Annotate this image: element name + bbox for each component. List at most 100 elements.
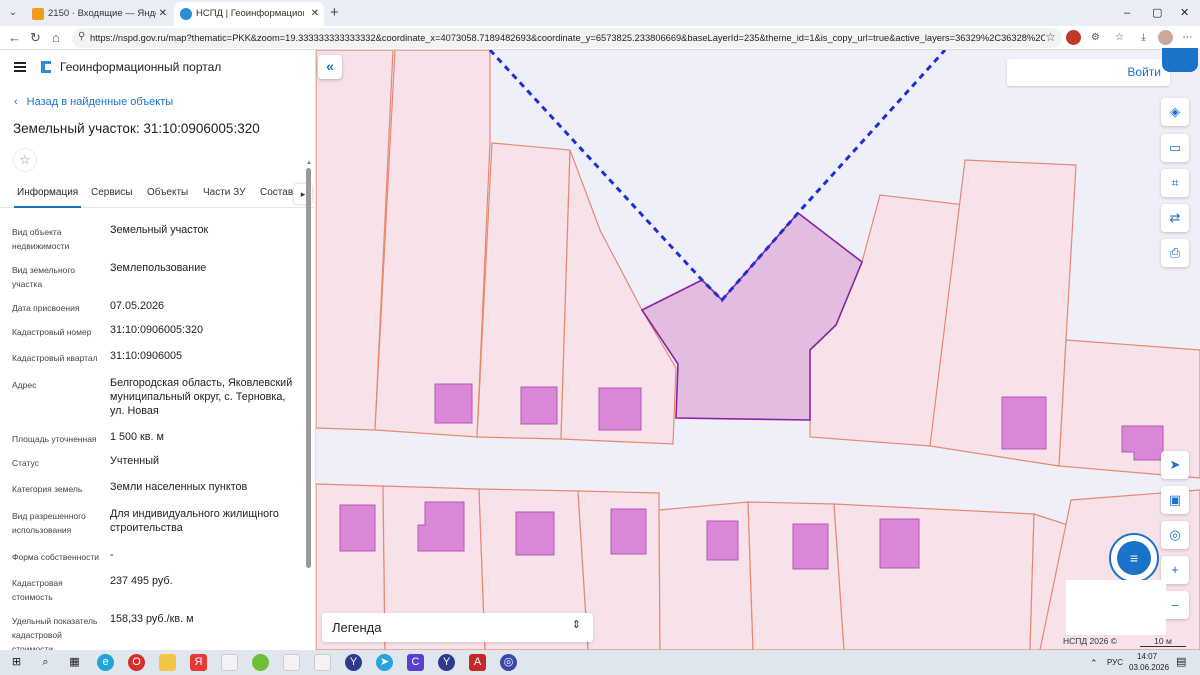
url-text: https://nspd.gov.ru/map?thematic=PKK&zoo…	[90, 33, 1045, 43]
task-view-icon[interactable]: ▦	[66, 654, 83, 671]
clock-date[interactable]: 03.06.2026	[1129, 663, 1169, 672]
downloads-icon[interactable]: ⤓	[1136, 30, 1151, 45]
tray-expand-icon[interactable]: ⌃	[1090, 658, 1098, 669]
yandex-icon[interactable]: Я	[190, 654, 207, 671]
document-icon[interactable]	[221, 654, 238, 671]
legend-panel[interactable]: Легенда ⇕	[322, 613, 593, 642]
info-label: Вид разрешенного использования	[12, 511, 86, 535]
favorite-star-icon[interactable]: ☆	[13, 148, 37, 172]
pdf-reader-icon[interactable]: A	[469, 654, 486, 671]
minimize-button[interactable]: –	[1124, 4, 1130, 22]
search-location-icon[interactable]: ◎	[1161, 521, 1189, 549]
panel-scrollbar[interactable]	[306, 168, 311, 568]
notifications-icon[interactable]: ▤	[1176, 655, 1186, 668]
reload-icon[interactable]: ↻	[30, 29, 41, 47]
back-to-results-link[interactable]: ‹ Назад в найденные объекты	[14, 96, 173, 108]
building[interactable]	[417, 501, 465, 552]
building[interactable]	[706, 520, 739, 561]
tab-objects[interactable]: Объекты	[147, 187, 188, 198]
mail-favicon-icon	[32, 8, 44, 20]
close-tab-icon[interactable]: ✕	[311, 2, 319, 26]
info-label: Дата присвоения	[12, 303, 80, 313]
parcel[interactable]	[833, 503, 1035, 650]
building[interactable]	[792, 523, 829, 570]
back-link-label: Назад в найденные объекты	[26, 96, 174, 108]
info-label: Площадь уточненная	[12, 434, 97, 444]
info-label: Кадастровая стоимость	[12, 578, 63, 602]
app-c-icon[interactable]: C	[407, 654, 424, 671]
browser-menu-icon[interactable]: ⋯	[1180, 30, 1195, 45]
select-area-icon[interactable]: ⌗	[1161, 169, 1189, 197]
layers-icon[interactable]: ◈	[1161, 98, 1189, 126]
info-label: Категория земель	[12, 484, 83, 494]
scroll-up-icon[interactable]: ▲	[306, 160, 312, 166]
extensions-puzzle-icon[interactable]: ⚙	[1088, 30, 1103, 45]
locate-icon[interactable]: ➤	[1161, 451, 1189, 479]
url-field[interactable]: ⚲ https://nspd.gov.ru/map?thematic=PKK&z…	[72, 28, 1062, 48]
basemap-icon[interactable]: ▣	[1161, 486, 1189, 514]
ruler-icon[interactable]: ▭	[1161, 134, 1189, 162]
maximize-button[interactable]: ▢	[1152, 4, 1162, 22]
close-tab-icon[interactable]: ✕	[159, 2, 167, 26]
chat-button[interactable]: ≡	[1109, 533, 1159, 583]
share-icon[interactable]: ⇄	[1161, 204, 1189, 232]
search-icon[interactable]: ⌕	[37, 654, 54, 671]
building[interactable]	[515, 511, 555, 556]
info-label: Вид объекта недвижимости	[12, 227, 70, 251]
new-tab-button[interactable]: +	[330, 4, 339, 22]
tab-information[interactable]: Информация	[13, 187, 82, 208]
document-icon[interactable]	[314, 654, 331, 671]
tab-list-icon[interactable]: ⌄	[4, 5, 22, 21]
browser-tab-nspd[interactable]: НСПД | Геоинформационный пор ✕	[174, 2, 324, 26]
info-label: Адрес	[12, 380, 37, 390]
building[interactable]	[520, 386, 558, 425]
info-value: Белгородская область, Яковлевский муници…	[110, 377, 293, 417]
building[interactable]	[598, 387, 642, 431]
opera-icon[interactable]: O	[128, 654, 145, 671]
home-icon[interactable]: ⌂	[52, 29, 60, 47]
info-label: Форма собственности	[12, 552, 99, 562]
yandex-browser-icon[interactable]: Y	[438, 654, 455, 671]
tab-composition[interactable]: Состав	[260, 187, 293, 198]
yandex-browser-icon[interactable]: Y	[345, 654, 362, 671]
parcel[interactable]	[658, 501, 754, 650]
back-arrow-icon[interactable]: ←	[8, 29, 21, 47]
info-value: 31:10:0906005:320	[110, 324, 204, 336]
login-button[interactable]: Войти	[1127, 65, 1161, 79]
menu-icon[interactable]	[14, 62, 26, 72]
profile-avatar[interactable]	[1158, 30, 1173, 45]
extension-icon[interactable]	[1066, 30, 1081, 45]
building[interactable]	[610, 508, 647, 555]
share-corner-icon[interactable]	[1162, 48, 1198, 72]
tab-services[interactable]: Сервисы	[91, 187, 132, 198]
folder-icon[interactable]	[159, 654, 176, 671]
edge-icon[interactable]: e	[97, 654, 114, 671]
windows-start-icon[interactable]: ⊞	[8, 654, 25, 671]
page-title: Земельный участок: 31:10:0906005:320	[13, 121, 260, 136]
tab-parts[interactable]: Части ЗУ	[203, 187, 245, 198]
info-label: Кадастровый квартал	[12, 353, 98, 363]
building[interactable]	[1001, 396, 1047, 450]
globe-icon[interactable]	[252, 654, 269, 671]
info-value: Земельный участок	[110, 224, 209, 236]
clock-time[interactable]: 14:07	[1137, 652, 1157, 661]
language-indicator[interactable]: РУС	[1107, 658, 1123, 667]
document-icon[interactable]	[283, 654, 300, 671]
building[interactable]	[434, 383, 473, 424]
print-icon[interactable]: ⎙	[1161, 239, 1189, 267]
info-value: 1 500 кв. м	[110, 431, 164, 443]
favorites-icon[interactable]: ☆	[1112, 30, 1127, 45]
active-app-icon[interactable]: ◎	[500, 654, 517, 671]
telegram-icon[interactable]: ➤	[376, 654, 393, 671]
building[interactable]	[339, 504, 376, 552]
bookmark-star-icon[interactable]: ☆	[1045, 30, 1056, 44]
expand-icon: ⇕	[571, 619, 581, 631]
map-canvas[interactable]	[316, 50, 1200, 650]
parcel[interactable]	[374, 50, 491, 438]
building[interactable]	[879, 518, 920, 569]
collapse-panel-button[interactable]: «	[318, 55, 342, 79]
cadastral-map[interactable]	[316, 50, 1200, 650]
close-window-button[interactable]: ✕	[1180, 4, 1189, 22]
browser-tab-mail[interactable]: 2150 · Входящие — Яндекс Почта ✕	[26, 2, 172, 26]
nspd-favicon-icon	[180, 8, 192, 20]
